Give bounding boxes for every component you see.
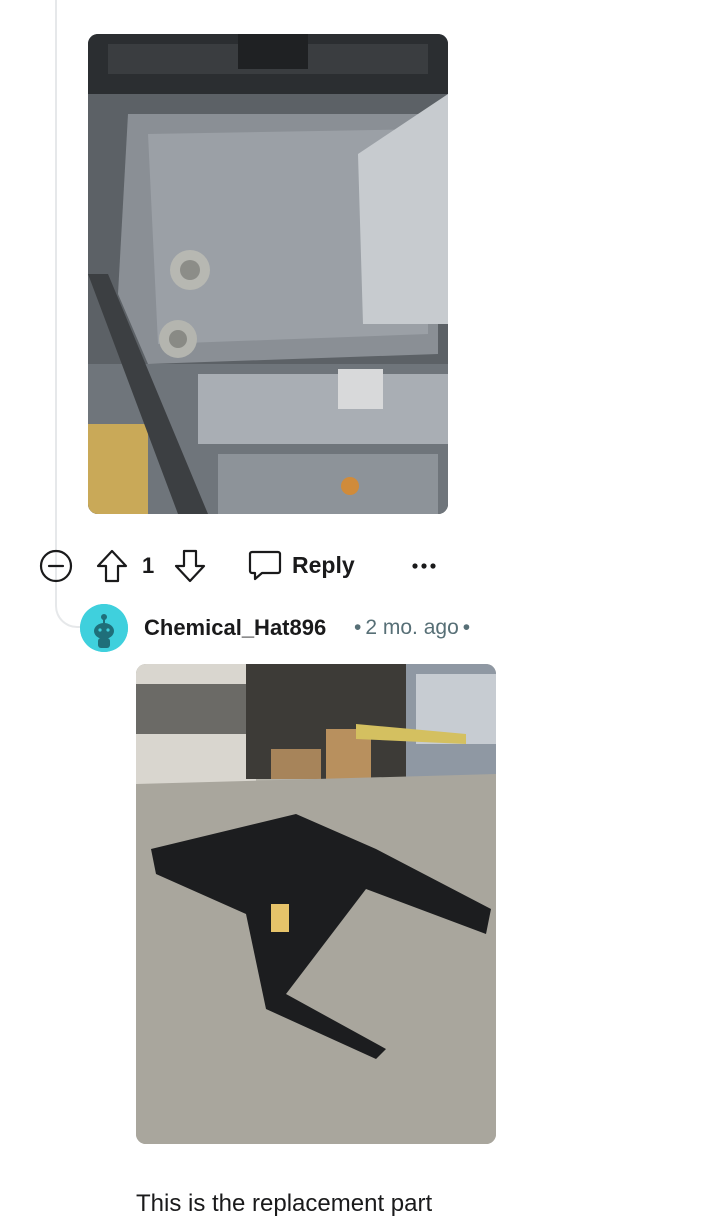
comment-image-underbody[interactable] — [88, 34, 448, 514]
thread-branch-line — [55, 578, 81, 628]
reply-label: Reply — [292, 551, 355, 578]
comment-meta: • 2 mo. ago • — [350, 616, 474, 640]
avatar[interactable] — [80, 604, 128, 652]
comment-image-replacement-part[interactable] — [136, 664, 496, 1144]
thread-line[interactable] — [55, 0, 57, 585]
upvote-button[interactable] — [94, 548, 130, 584]
speech-bubble-icon — [248, 550, 282, 581]
minus-circle-icon — [39, 549, 73, 583]
downvote-button[interactable] — [172, 548, 208, 584]
separator-dot: • — [462, 616, 471, 639]
arrow-down-icon — [174, 549, 206, 583]
separator-dot: • — [354, 616, 362, 639]
snoo-avatar-icon — [80, 604, 128, 652]
ellipsis-icon — [412, 563, 436, 569]
collapse-thread-button[interactable] — [38, 548, 74, 584]
comment-body-text: This is the replacement part — [136, 1190, 433, 1217]
arrow-up-icon — [96, 549, 128, 583]
vote-score: 1 — [142, 553, 155, 578]
comment-username[interactable]: Chemical_Hat896 — [144, 615, 326, 641]
comment-timestamp: 2 mo. ago — [365, 616, 459, 639]
reply-button[interactable]: Reply — [248, 546, 378, 584]
more-options-button[interactable] — [406, 548, 442, 584]
comment-action-bar: 1 Reply — [38, 546, 458, 584]
